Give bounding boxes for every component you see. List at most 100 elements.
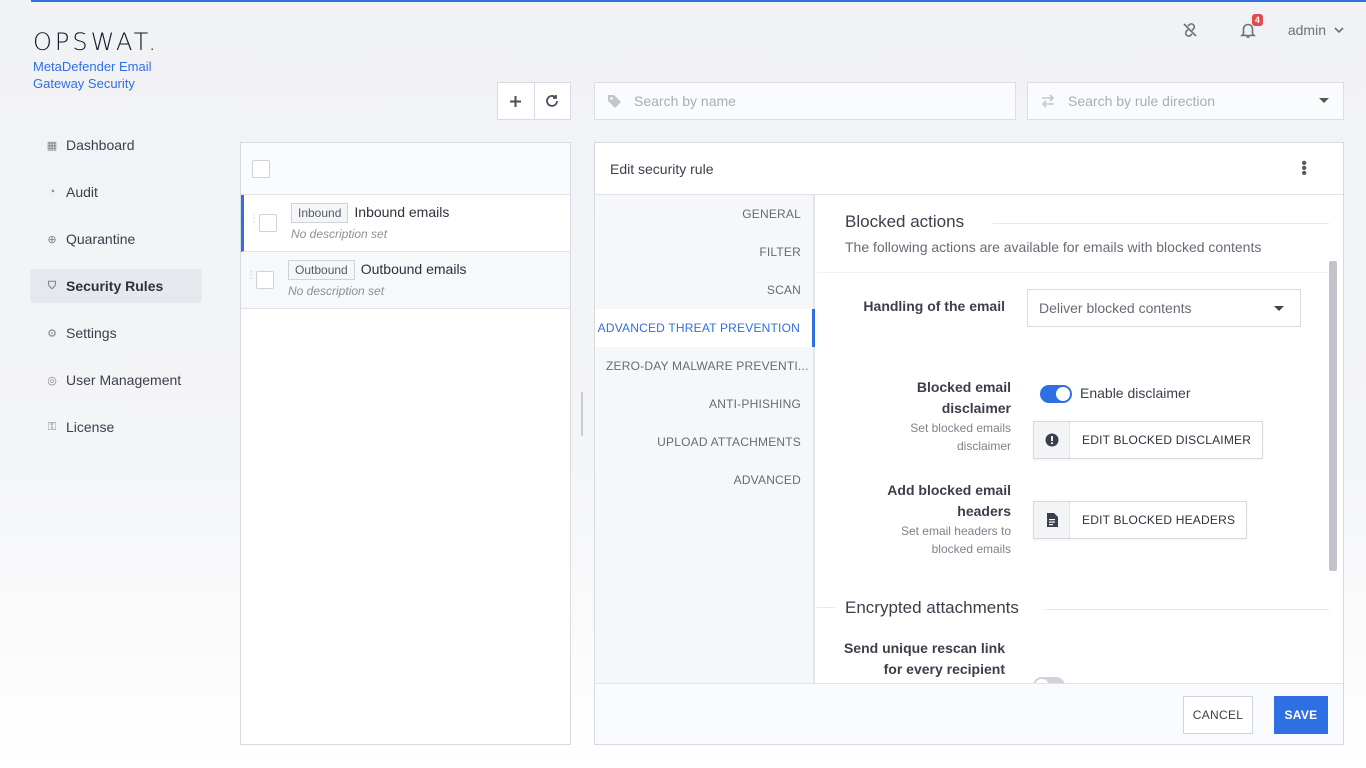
rule-toolbar: [497, 82, 571, 120]
drag-handle-icon[interactable]: ⋮: [249, 214, 259, 224]
header-actions: 4 admin: [1178, 14, 1344, 42]
rule-name: Outbound emails: [360, 261, 467, 277]
sidebar-item-security-rules[interactable]: ⛉ Security Rules: [30, 269, 202, 303]
section-title-encrypted-attachments: Encrypted attachments: [845, 598, 1019, 617]
sidebar-item-quarantine[interactable]: ⊕ Quarantine: [30, 222, 202, 256]
handling-selected-value: Deliver blocked contents: [1039, 300, 1192, 316]
enable-disclaimer-toggle[interactable]: [1040, 385, 1072, 403]
section-subtitle: The following actions are available for …: [845, 239, 1262, 255]
sidebar-item-label: Audit: [66, 184, 98, 200]
sidebar-item-label: Dashboard: [66, 137, 135, 153]
refresh-icon: [546, 95, 559, 107]
section-title-blocked-actions: Blocked actions: [845, 212, 965, 231]
rule-description: No description set: [288, 284, 385, 298]
tab-content: Blocked actions The following actions ar…: [817, 195, 1330, 685]
sidebar-item-label: Settings: [66, 325, 117, 341]
shield-icon: ⛉: [47, 279, 57, 292]
tab-general[interactable]: GENERAL: [595, 195, 813, 233]
user-icon: ◎: [47, 374, 57, 387]
select-all-checkbox[interactable]: [252, 159, 270, 178]
enable-disclaimer-label: Enable disclaimer: [1080, 385, 1191, 401]
top-accent-line: [31, 0, 1366, 2]
edit-panel-title: Edit security rule: [610, 160, 714, 177]
notification-badge: 4: [1251, 14, 1263, 26]
grid-icon: ▦: [46, 139, 58, 152]
section-divider: [817, 607, 835, 608]
rule-row-outbound[interactable]: ⋮ Outbound Outbound emails No description…: [241, 252, 570, 309]
tab-anti-phishing[interactable]: ANTI-PHISHING: [595, 385, 813, 423]
rule-direction-tag: Outbound: [288, 260, 355, 280]
search-name-input[interactable]: [634, 93, 934, 109]
gear-icon: ⚙: [47, 327, 57, 340]
edit-tabs: GENERAL FILTER SCAN ADVANCED THREAT PREV…: [595, 195, 815, 685]
tab-upload-attachments[interactable]: UPLOAD ATTACHMENTS: [595, 423, 813, 461]
rule-checkbox[interactable]: [259, 214, 277, 232]
quarantine-icon: ⊕: [47, 233, 57, 246]
tab-advanced-threat-prevention[interactable]: ADVANCED THREAT PREVENTION: [595, 309, 815, 347]
tab-filter[interactable]: FILTER: [595, 233, 813, 271]
rule-list-header: [241, 143, 570, 195]
sidebar-item-settings[interactable]: ⚙ Settings: [30, 316, 202, 350]
unlink-icon[interactable]: [1178, 18, 1202, 42]
product-name: MetaDefender Email Gateway Security: [33, 59, 152, 91]
sidebar-item-label: User Management: [66, 372, 182, 388]
sidebar-item-dashboard[interactable]: ▦ Dashboard: [30, 128, 202, 162]
add-rule-button[interactable]: [498, 83, 534, 119]
rescan-link-label: Send unique rescan link for every recipi…: [843, 640, 1005, 677]
chevron-down-icon: [1334, 27, 1344, 33]
search-direction-select[interactable]: Search by rule direction: [1027, 82, 1344, 120]
sidebar-item-label: Quarantine: [66, 231, 136, 247]
user-name: admin: [1287, 22, 1326, 38]
edit-rule-panel: Edit security rule • • • GENERAL FILTER SC…: [594, 142, 1344, 745]
edit-panel-footer: CANCEL SAVE: [595, 683, 1343, 744]
tab-advanced[interactable]: ADVANCED: [595, 461, 813, 499]
headers-sublabel: Set email headers to blocked emails: [900, 524, 1011, 556]
sidebar-item-user-management[interactable]: ◎ User Management: [30, 363, 202, 397]
rule-checkbox[interactable]: [256, 271, 274, 289]
handling-select[interactable]: Deliver blocked contents: [1027, 289, 1301, 327]
sidebar-item-audit[interactable]: ◔ Audit: [30, 175, 202, 209]
document-icon: [1034, 502, 1070, 538]
search-direction-placeholder: Search by rule direction: [1068, 93, 1216, 109]
section-divider: [817, 272, 1330, 273]
button-label: EDIT BLOCKED HEADERS: [1082, 513, 1236, 527]
tag-icon: [608, 94, 621, 108]
tab-scan[interactable]: SCAN: [595, 271, 813, 309]
plus-icon: [510, 95, 522, 107]
edit-panel-header: Edit security rule: [595, 143, 1343, 195]
headers-label: Add blocked email headers: [887, 482, 1011, 519]
search-name-box: [594, 82, 1016, 120]
handling-label: Handling of the email: [863, 298, 1005, 314]
panel-resize-handle[interactable]: [581, 392, 583, 436]
button-label: EDIT BLOCKED DISCLAIMER: [1082, 433, 1252, 447]
section-divider: [993, 223, 1329, 224]
dropdown-caret-icon: [1319, 98, 1329, 103]
content-scrollbar[interactable]: [1329, 261, 1337, 571]
refresh-button[interactable]: [533, 83, 571, 119]
swap-icon: [1041, 94, 1055, 108]
sidebar-item-label: Security Rules: [66, 278, 164, 294]
more-options-icon[interactable]: • • •: [1301, 156, 1307, 182]
audit-icon: ◔: [48, 186, 56, 198]
disclaimer-label: Blocked email disclaimer: [916, 379, 1011, 416]
cancel-button[interactable]: CANCEL: [1183, 696, 1253, 734]
dropdown-caret-icon: [1274, 306, 1284, 311]
edit-blocked-disclaimer-button[interactable]: EDIT BLOCKED DISCLAIMER: [1033, 421, 1264, 459]
sidebar-nav: ▦ Dashboard ◔ Audit ⊕ Quarantine ⛉ Secur…: [30, 128, 202, 457]
sidebar-item-label: License: [66, 419, 115, 435]
rule-row-inbound[interactable]: ⋮ Inbound Inbound emails No description s…: [241, 195, 570, 252]
user-menu[interactable]: admin: [1288, 22, 1344, 38]
rule-list-panel: ⋮ Inbound Inbound emails No description s…: [240, 142, 571, 745]
drag-handle-icon[interactable]: ⋮: [246, 271, 256, 281]
bell-icon[interactable]: 4: [1236, 14, 1263, 42]
rule-name: Inbound emails: [354, 204, 450, 220]
disclaimer-sublabel: Set blocked emails disclaimer: [910, 421, 1011, 453]
section-divider: [1045, 609, 1329, 610]
sidebar-item-license[interactable]: ⚿ License: [30, 410, 202, 444]
save-button[interactable]: SAVE: [1274, 696, 1328, 734]
rule-description: No description set: [291, 227, 388, 241]
key-icon: ⚿: [47, 420, 57, 433]
edit-blocked-headers-button[interactable]: EDIT BLOCKED HEADERS: [1033, 501, 1248, 539]
tab-zero-day-malware-prevention[interactable]: ZERO-DAY MALWARE PREVENTI...: [595, 347, 813, 385]
opswat-logo: OPSWAT.: [33, 28, 160, 56]
